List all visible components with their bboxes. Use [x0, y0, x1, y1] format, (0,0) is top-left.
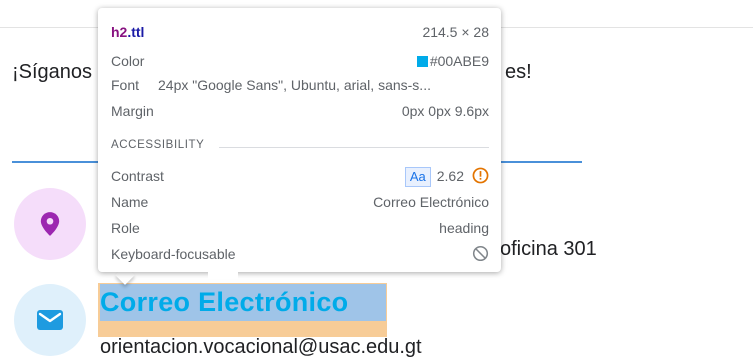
color-swatch: [416, 56, 428, 67]
mail-icon: [37, 310, 63, 330]
role-row: Role heading: [111, 218, 489, 238]
not-focusable-icon: [472, 245, 489, 262]
tooltip-header: h2.ttl 214.5 × 28: [111, 22, 489, 42]
inspect-tooltip: h2.ttl 214.5 × 28 Color #00ABE9 Font 24p…: [98, 8, 501, 279]
contrast-value: 2.62: [436, 168, 464, 184]
name-value: Correo Electrónico: [373, 194, 489, 210]
font-value: 24px "Google Sans", Ubuntu, arial, sans-…: [158, 77, 431, 93]
name-label: Name: [111, 194, 149, 210]
color-label: Color: [111, 53, 145, 69]
accessibility-divider: [219, 147, 489, 148]
warning-icon: [472, 167, 489, 184]
color-value: #00ABE9: [429, 53, 489, 69]
selector-class: .ttl: [127, 24, 145, 40]
margin-row: Margin 0px 0px 9.6px: [111, 101, 489, 121]
follow-us-text-end: es!: [505, 61, 532, 83]
follow-us-text: ¡Síganos: [12, 61, 93, 83]
email-heading: Correo Electrónico: [100, 287, 349, 317]
name-row: Name Correo Electrónico: [111, 192, 489, 212]
contrast-row: Contrast Aa 2.62: [111, 166, 489, 187]
location-icon-circle: [14, 188, 86, 260]
location-pin-icon: [40, 212, 60, 236]
contrast-label: Contrast: [111, 168, 164, 184]
accessibility-title: ACCESSIBILITY: [111, 139, 205, 151]
selector-tag: h2: [111, 24, 128, 40]
font-label: Font: [111, 77, 140, 93]
contrast-badge: Aa: [404, 167, 431, 187]
element-size: 214.5 × 28: [422, 24, 489, 40]
margin-label: Margin: [111, 103, 154, 119]
color-row: Color #00ABE9: [111, 51, 489, 71]
keyboard-label: Keyboard-focusable: [111, 246, 236, 262]
font-row: Font 24px "Google Sans", Ubuntu, arial, …: [111, 75, 489, 95]
role-value: heading: [439, 220, 489, 236]
email-address[interactable]: orientacion.vocacional@usac.edu.gt: [100, 336, 422, 359]
role-label: Role: [111, 220, 140, 236]
mail-icon-circle: [14, 284, 86, 356]
address-text: oficina 301: [500, 238, 597, 260]
keyboard-row: Keyboard-focusable: [111, 244, 489, 264]
margin-value: 0px 0px 9.6px: [401, 103, 489, 119]
